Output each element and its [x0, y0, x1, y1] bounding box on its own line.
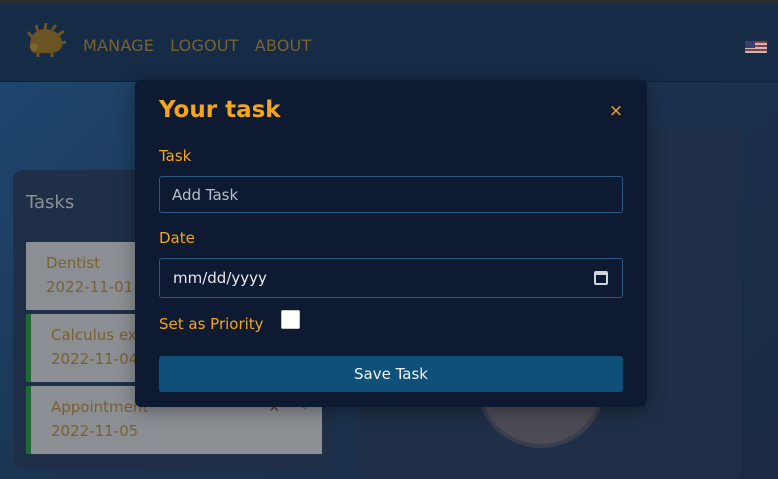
- modal-title: Your task: [159, 97, 281, 123]
- task-date: 2022-11-04: [51, 350, 139, 368]
- task-name: Calculus exa: [51, 326, 146, 344]
- priority-label: Set as Priority: [159, 315, 264, 333]
- save-task-button[interactable]: Save Task: [159, 356, 623, 392]
- hedgehog-logo-icon[interactable]: [24, 23, 66, 59]
- date-field-label: Date: [159, 229, 195, 247]
- date-placeholder: mm/dd/yyyy: [173, 269, 267, 287]
- top-navbar: MANAGE LOGOUT ABOUT: [0, 0, 778, 82]
- priority-checkbox[interactable]: [281, 310, 300, 329]
- task-input[interactable]: [159, 176, 623, 213]
- date-input[interactable]: mm/dd/yyyy: [159, 258, 623, 298]
- nav-logout-link[interactable]: LOGOUT: [170, 36, 239, 55]
- us-flag-icon[interactable]: [745, 41, 767, 53]
- task-name: Dentist: [46, 254, 101, 272]
- nav-about-link[interactable]: ABOUT: [255, 36, 312, 55]
- task-modal: Your task × Task Date mm/dd/yyyy Set as …: [135, 80, 647, 407]
- task-date: 2022-11-01: [46, 278, 134, 296]
- calendar-icon[interactable]: [594, 271, 608, 285]
- close-icon[interactable]: ×: [607, 102, 625, 120]
- task-name: Appointment: [51, 398, 149, 416]
- task-field-label: Task: [159, 147, 192, 165]
- task-date: 2022-11-05: [51, 422, 139, 440]
- nav-manage-link[interactable]: MANAGE: [83, 36, 154, 55]
- main-nav: MANAGE LOGOUT ABOUT: [83, 36, 311, 55]
- tasks-panel-title: Tasks: [26, 192, 75, 213]
